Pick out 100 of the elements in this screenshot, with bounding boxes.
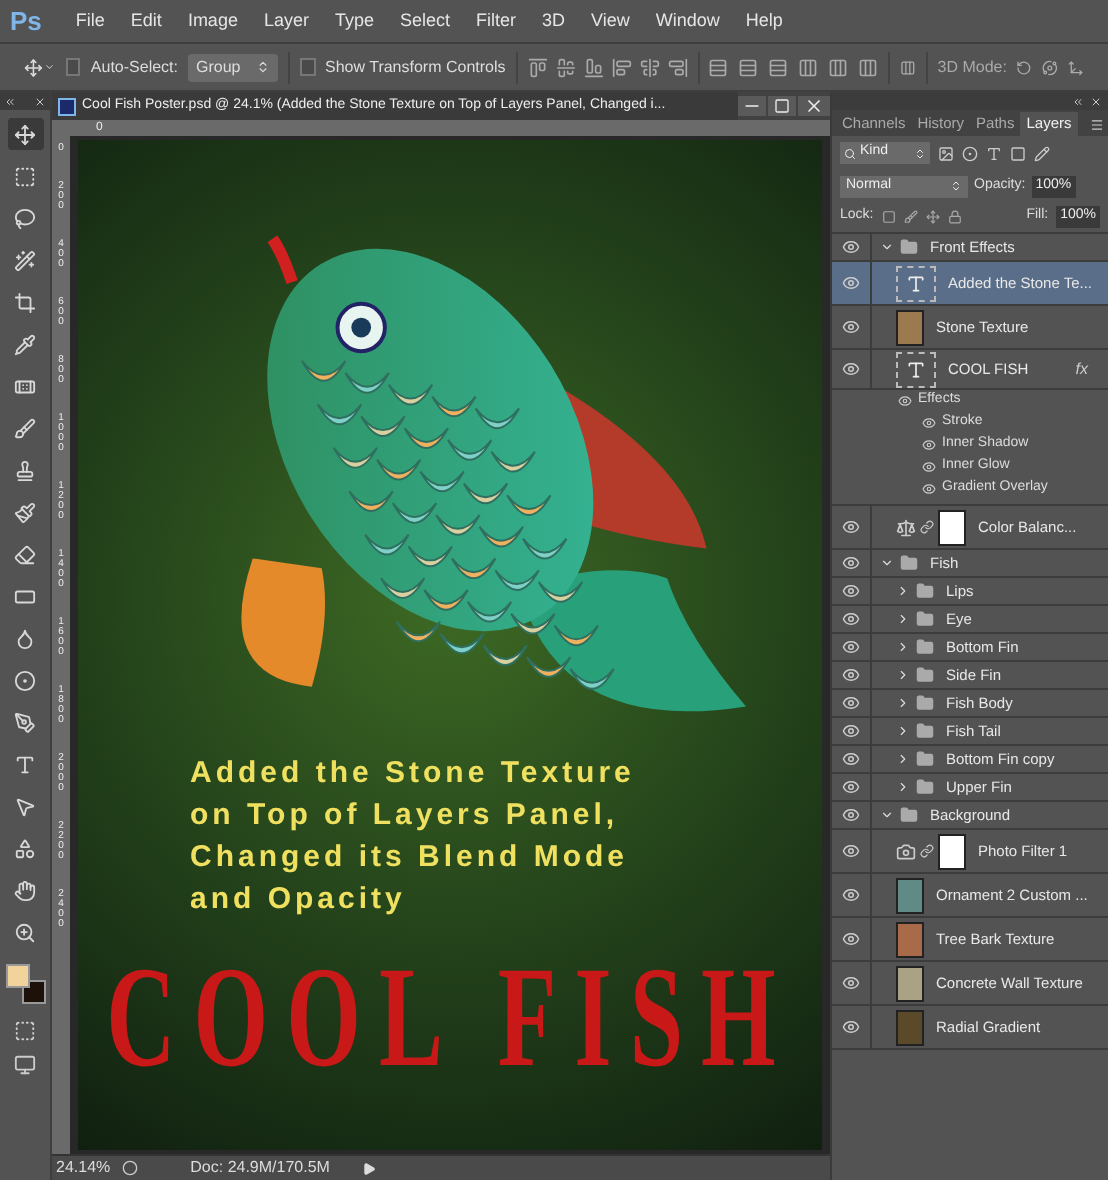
play-icon[interactable]	[362, 1161, 377, 1175]
align-middle-icon[interactable]	[555, 57, 576, 77]
lock-pixels-icon[interactable]	[881, 210, 896, 224]
foreground-color-swatch[interactable]	[5, 964, 29, 988]
menu-item[interactable]: Layer	[263, 7, 309, 35]
wand-tool-icon	[14, 249, 36, 271]
close-panel-icon[interactable]	[1090, 95, 1102, 107]
align-right-icon[interactable]	[667, 57, 688, 77]
align-top-icon[interactable]	[527, 57, 548, 77]
close-icon[interactable]	[798, 96, 830, 116]
lock-all-icon[interactable]	[947, 210, 962, 224]
pen-tool-icon	[14, 711, 36, 733]
move-3d-icon[interactable]	[1068, 57, 1084, 77]
lock-paint-icon[interactable]	[903, 210, 918, 224]
collapse-panel-icon[interactable]	[1072, 95, 1084, 107]
quick-mask-icon[interactable]	[14, 1020, 36, 1042]
close-icon[interactable]	[34, 95, 46, 107]
eye-icon[interactable]	[898, 394, 912, 408]
distribute-columns-icon[interactable]	[828, 57, 849, 77]
caret-icon[interactable]	[44, 60, 56, 74]
eye-icon	[842, 974, 860, 992]
eye-icon[interactable]	[922, 482, 936, 496]
menu-item[interactable]: 3D	[542, 7, 566, 35]
distribute-columns-icon[interactable]	[798, 57, 819, 77]
eye-icon[interactable]	[922, 416, 936, 430]
orbit-icon[interactable]	[1042, 57, 1059, 77]
menu-item[interactable]: Select	[399, 7, 450, 35]
eye-icon	[842, 722, 860, 740]
menu-item[interactable]: Type	[334, 7, 374, 35]
menu-item[interactable]: Window	[655, 7, 720, 35]
blur-tool-icon	[14, 627, 36, 649]
search-icon	[844, 147, 856, 159]
lock-position-icon[interactable]	[925, 210, 940, 224]
distribute-columns-icon[interactable]	[858, 57, 879, 77]
checkbox[interactable]	[65, 58, 81, 76]
eye-icon	[842, 318, 860, 336]
type-filter-icon[interactable]	[986, 145, 1002, 161]
folder-icon	[916, 638, 934, 656]
minimize-icon[interactable]	[738, 96, 766, 116]
menu-item[interactable]: Help	[745, 7, 783, 35]
fx-label: fx	[1075, 357, 1088, 381]
auto-align-icon[interactable]	[900, 57, 916, 77]
eye-icon	[842, 638, 860, 656]
menu-item[interactable]: Edit	[130, 7, 162, 35]
panel-menu-icon[interactable]	[1090, 118, 1104, 132]
move-tool-icon[interactable]	[24, 55, 43, 79]
menu-item[interactable]: File	[75, 7, 105, 35]
eye-icon[interactable]	[922, 438, 936, 452]
image-filter-icon[interactable]	[938, 145, 954, 161]
folder-icon	[900, 238, 918, 256]
type-tool-icon	[14, 753, 36, 775]
text-layer-thumbnail	[896, 351, 936, 387]
tool-button[interactable]	[7, 118, 43, 150]
folder-icon	[916, 750, 934, 768]
status-icon[interactable]	[122, 1160, 139, 1176]
eye-icon	[842, 582, 860, 600]
eye-icon	[842, 666, 860, 684]
distribute-rows-icon[interactable]	[768, 57, 789, 77]
menu-item[interactable]: Filter	[476, 7, 516, 35]
eraser-tool-icon	[14, 543, 36, 565]
document-icon	[58, 97, 76, 115]
folder-icon	[916, 666, 934, 684]
distribute-rows-icon[interactable]	[708, 57, 729, 77]
folder-icon	[916, 694, 934, 712]
adjustment-filter-icon[interactable]	[962, 145, 978, 161]
smart-filter-icon[interactable]	[1034, 145, 1050, 161]
distribute-rows-icon[interactable]	[738, 57, 759, 77]
screen-mode-icon[interactable]	[14, 1054, 36, 1076]
eye-icon	[842, 778, 860, 796]
marquee-tool-icon	[14, 165, 36, 187]
menu-item[interactable]: View	[591, 7, 630, 35]
eye-icon[interactable]	[922, 460, 936, 474]
align-center-icon[interactable]	[639, 57, 660, 77]
folder-icon	[916, 582, 934, 600]
layer-mask-thumbnail	[938, 833, 966, 869]
collapse-icon[interactable]	[4, 95, 16, 107]
camera-icon	[896, 841, 916, 861]
stamp-tool-icon	[14, 459, 36, 481]
eye-icon	[842, 360, 860, 378]
shape-filter-icon[interactable]	[1010, 145, 1026, 161]
eye-icon	[842, 842, 860, 860]
mode-label: 3D Mode:	[937, 55, 1007, 79]
target-dropdown[interactable]: Group	[188, 53, 279, 81]
crop-tool-icon	[14, 291, 36, 313]
align-bottom-icon[interactable]	[583, 57, 604, 77]
eye-icon	[842, 806, 860, 824]
maximize-icon[interactable]	[768, 96, 796, 116]
eye-icon	[842, 750, 860, 768]
lasso-tool-icon	[14, 207, 36, 229]
align-left-icon[interactable]	[611, 57, 632, 77]
zoom-level: 24.14%	[56, 1156, 111, 1180]
eye-icon	[842, 886, 860, 904]
folder-icon	[916, 778, 934, 796]
menu-item[interactable]: Image	[187, 7, 238, 35]
link-icon	[920, 518, 934, 536]
poster-title: COOL FISH	[106, 948, 794, 1092]
rotate-icon[interactable]	[1016, 57, 1033, 77]
folder-icon	[916, 610, 934, 628]
eye-icon	[842, 694, 860, 712]
checkbox[interactable]	[300, 58, 316, 76]
